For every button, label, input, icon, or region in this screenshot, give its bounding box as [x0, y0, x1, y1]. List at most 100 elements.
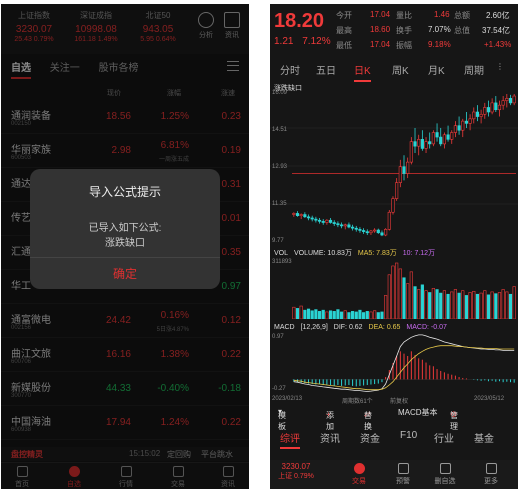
- trade-icon: [353, 463, 365, 474]
- tab-intraday[interactable]: 分时: [280, 62, 300, 77]
- nav-label: 预警: [396, 478, 410, 485]
- candle: [450, 132, 454, 140]
- nav-alert[interactable]: 预警: [388, 463, 418, 486]
- volume-bar: [347, 312, 351, 319]
- cap-label: 总值: [454, 26, 470, 35]
- macd-legend: MACD [12,26,9] DIF: 0.62 DEA: 0.65 MACD:…: [274, 324, 451, 331]
- vr-label: 量比: [396, 11, 412, 20]
- macd-title: MACD: [274, 324, 295, 331]
- volume-bar: [365, 311, 369, 319]
- volume-bar: [475, 293, 480, 319]
- price-change: 1.21 7.12%: [274, 36, 331, 47]
- watchlist-screen: 上证指数 3230.07 25.43 0.79% 深证成指 10998.08 1…: [1, 4, 249, 489]
- vol-ma5: MA5: 7.83万: [357, 250, 397, 257]
- tab-funds[interactable]: 资金: [360, 430, 380, 445]
- mv-label: 总额: [454, 11, 470, 20]
- macd-chart[interactable]: [270, 332, 518, 394]
- sector-change: +1.43%: [484, 40, 512, 49]
- candle: [295, 213, 300, 216]
- nav-label: 更多: [484, 478, 498, 485]
- candle: [494, 102, 498, 111]
- volume-bar: [508, 293, 513, 319]
- candle: [435, 132, 439, 138]
- volume-bar: [292, 306, 296, 319]
- tab-monthly-k[interactable]: 月K: [428, 62, 445, 77]
- template-button[interactable]: 模板 ▾: [278, 407, 286, 431]
- open-label: 今开: [336, 11, 352, 20]
- candle: [413, 141, 417, 147]
- volume-bar: [362, 312, 366, 319]
- vol-legend: VOL VOLUME: 10.83万 MA5: 7.83万 10: 7.12万: [274, 248, 439, 258]
- candle: [354, 227, 358, 230]
- nav-trade[interactable]: 交易: [344, 463, 374, 486]
- candle: [339, 224, 344, 227]
- nav-label: 删自选: [434, 478, 456, 485]
- volume-bar: [358, 309, 362, 319]
- high-label: 最高: [336, 26, 352, 35]
- volume-bar: [442, 290, 446, 319]
- nav-remove-watch[interactable]: 删自选: [430, 463, 460, 486]
- candle: [442, 134, 446, 145]
- candle: [490, 102, 494, 113]
- nav-more[interactable]: 更多: [476, 463, 506, 486]
- tab-industry[interactable]: 行业: [434, 430, 454, 445]
- volume-bar: [328, 310, 333, 319]
- candle: [472, 111, 476, 120]
- volume-bar: [439, 292, 443, 319]
- candle: [380, 232, 384, 236]
- volume-chart[interactable]: [270, 259, 518, 319]
- period-tabs: 分时 五日 日K 周K 月K 周期 ⋮: [270, 60, 518, 82]
- vol-title: VOL: [274, 250, 289, 257]
- candle: [439, 136, 443, 145]
- mini-index[interactable]: 3230.07 上证 0.79%: [276, 462, 316, 481]
- volume-bar: [395, 262, 399, 319]
- tab-f10[interactable]: F10: [400, 430, 417, 441]
- last-price: 18.20: [274, 10, 325, 32]
- mini-index-value: 3230.07: [281, 462, 311, 471]
- tab-news[interactable]: 资讯: [320, 430, 340, 445]
- volume-bar: [461, 290, 465, 319]
- candle: [464, 120, 469, 124]
- candle: [358, 229, 362, 231]
- volume-bar: [339, 311, 344, 319]
- volume-bar: [428, 292, 432, 319]
- tab-5day[interactable]: 五日: [316, 62, 336, 77]
- more-icon[interactable]: ⋮: [496, 62, 504, 71]
- mini-index-name: 上证 0.79%: [278, 473, 314, 480]
- volume-bar: [317, 311, 322, 319]
- volume-bar: [380, 311, 384, 319]
- candle: [351, 226, 355, 229]
- candle: [483, 107, 487, 115]
- volume-bar: [387, 274, 391, 319]
- volume-bar: [314, 309, 318, 319]
- kline-chart[interactable]: [270, 90, 518, 242]
- tab-weekly-k[interactable]: 周K: [392, 62, 409, 77]
- candle: [395, 182, 399, 199]
- candle: [332, 222, 336, 224]
- candle: [508, 98, 513, 104]
- volume-bar: [497, 292, 502, 319]
- candle: [299, 214, 303, 216]
- tab-fund[interactable]: 基金: [474, 430, 494, 445]
- volume-bar: [321, 309, 325, 319]
- nav-label: 交易: [352, 478, 366, 485]
- volume-bar: [457, 292, 461, 319]
- candle: [365, 231, 369, 234]
- candle: [310, 217, 314, 220]
- volume-bar: [373, 310, 377, 319]
- volume-bar: [424, 290, 428, 319]
- bottom-nav: 3230.07 上证 0.79% 交易 预警 删自选 更多: [270, 460, 518, 489]
- macd-basic-button[interactable]: MACD基本: [398, 407, 438, 418]
- candle: [420, 139, 424, 149]
- high-value: 18.60: [370, 25, 391, 34]
- volume-bar: [398, 268, 402, 319]
- volume-bar: [512, 286, 516, 319]
- vol-ma10: 10: 7.12万: [402, 250, 436, 257]
- candle: [424, 141, 428, 149]
- tab-overview[interactable]: 综评: [280, 430, 300, 449]
- tab-period[interactable]: 周期: [464, 62, 484, 77]
- vr-value: 1.46: [434, 10, 450, 19]
- volume-bar: [299, 305, 303, 319]
- confirm-button[interactable]: 确定: [30, 265, 220, 282]
- tab-daily-k[interactable]: 日K: [354, 62, 371, 82]
